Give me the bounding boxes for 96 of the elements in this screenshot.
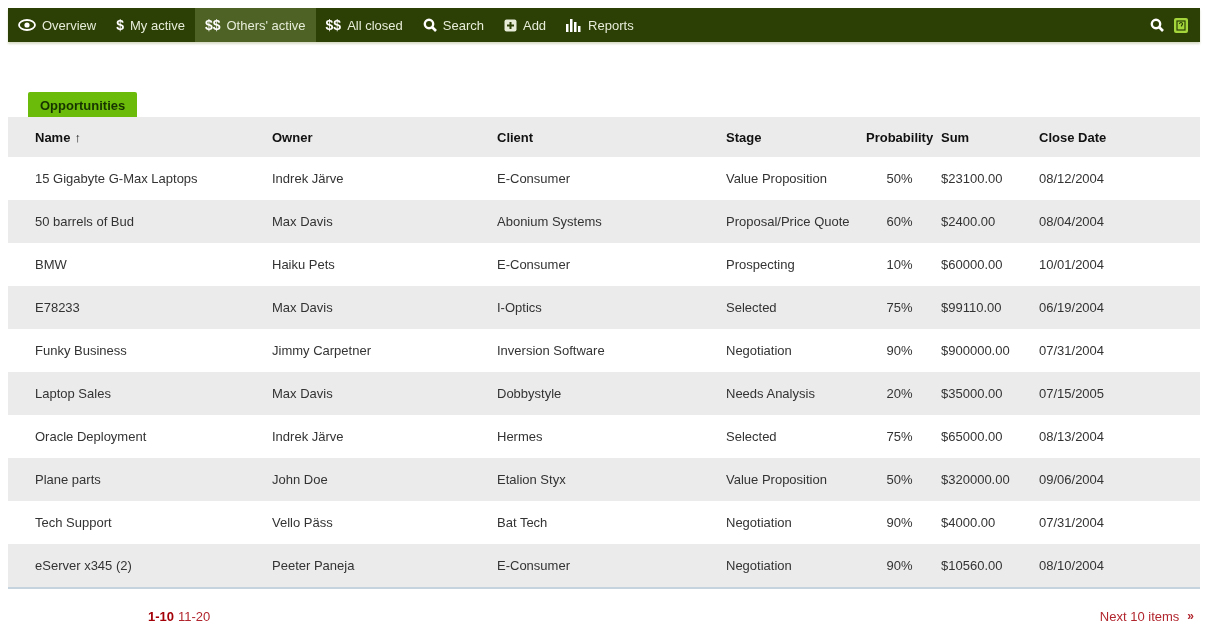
table-cell: BMW [35, 257, 67, 272]
table-cell: 07/31/2004 [1039, 515, 1105, 530]
table-cell: $23100.00 [941, 171, 1003, 186]
table-cell: John Doe [272, 472, 328, 487]
bar-chart-icon [566, 18, 583, 32]
table-cell: $900000.00 [941, 343, 1010, 358]
table-cell: Proposal/Price Quote [726, 214, 850, 229]
table-cell: Selected [726, 300, 777, 315]
nav-tab[interactable]: $$ Others' active [194, 8, 316, 42]
table-cell: E-Consumer [497, 558, 570, 573]
column-header[interactable]: Close Date [1039, 129, 1107, 145]
table-cell: $65000.00 [941, 429, 1003, 444]
table-cell: Negotiation [726, 515, 792, 530]
table-cell: Etalion Styx [497, 472, 566, 487]
search-icon [422, 18, 437, 32]
table-cell: Dobbystyle [497, 386, 562, 401]
table-cell: 10% [886, 257, 913, 272]
table-cell: 07/31/2004 [1039, 343, 1105, 358]
table-cell: Tech Support [35, 515, 112, 530]
page-link[interactable]: 11-20 [178, 609, 211, 624]
table-cell: Jimmy Carpetner [272, 343, 371, 358]
nav-tab[interactable]: Search [412, 8, 494, 42]
table-cell: 07/15/2005 [1039, 386, 1105, 401]
page-link[interactable]: 1-10 [148, 609, 175, 624]
table-cell: Inversion Software [497, 343, 605, 358]
table-cell: Max Davis [272, 300, 333, 315]
table-cell: Negotiation [726, 343, 792, 358]
table-cell: 60% [886, 214, 913, 229]
table-cell: Indrek Järve [272, 429, 344, 444]
eye-icon [18, 19, 36, 31]
table-cell: Prospecting [726, 257, 795, 272]
table-cell: 50% [886, 171, 913, 186]
nav-tab[interactable]: $ My active [106, 8, 195, 42]
table-cell: E-Consumer [497, 257, 570, 272]
table-cell: Laptop Sales [35, 386, 111, 401]
table-cell: 75% [886, 429, 913, 444]
table-cell: $320000.00 [941, 472, 1010, 487]
table-cell: Max Davis [272, 214, 333, 229]
table-cell: E78233 [35, 300, 80, 315]
table-cell: 50 barrels of Bud [35, 214, 134, 229]
table-cell: Hermes [497, 429, 543, 444]
sort-arrow[interactable]: ↑ [74, 129, 81, 145]
table-cell: $60000.00 [941, 257, 1003, 272]
table-cell: Oracle Deployment [35, 429, 147, 444]
table-cell: Value Proposition [726, 472, 827, 487]
table-cell: 90% [886, 343, 913, 358]
help-icon[interactable] [1174, 17, 1188, 33]
table-cell: 06/19/2004 [1039, 300, 1105, 315]
table-cell: $99110.00 [941, 300, 1002, 315]
table-cell: Bat Tech [497, 515, 548, 530]
table-cell: 20% [886, 386, 913, 401]
table-cell: 10/01/2004 [1039, 257, 1105, 272]
table-cell: Plane parts [35, 472, 101, 487]
table-cell: Peeter Paneja [272, 558, 355, 573]
column-header[interactable]: Sum [941, 129, 970, 145]
table-cell: Funky Business [35, 343, 127, 358]
column-header[interactable]: Name [35, 129, 71, 145]
table-cell: $10560.00 [941, 558, 1003, 573]
table-cell: $35000.00 [941, 386, 1003, 401]
add-icon [503, 18, 517, 32]
table-cell: Needs Analysis [726, 386, 815, 401]
table-cell: Abonium Systems [497, 214, 602, 229]
column-header[interactable]: Client [497, 129, 534, 145]
table-cell: Haiku Pets [272, 257, 335, 272]
nav-tab[interactable]: Add [493, 8, 557, 42]
table-cell: E-Consumer [497, 171, 570, 186]
table-cell: Value Proposition [726, 171, 827, 186]
nav-tab[interactable]: $$ All closed [315, 8, 413, 42]
column-header[interactable]: Owner [272, 129, 313, 145]
search-icon[interactable] [1150, 18, 1164, 32]
table-cell: 15 Gigabyte G-Max Laptops [35, 171, 198, 186]
column-header[interactable]: Probability [866, 129, 934, 145]
table-cell: 90% [886, 558, 913, 573]
table-cell: 08/12/2004 [1039, 171, 1105, 186]
table-cell: 08/10/2004 [1039, 558, 1105, 573]
table-cell: 90% [886, 515, 913, 530]
table-cell: 09/06/2004 [1039, 472, 1105, 487]
table-cell: Selected [726, 429, 777, 444]
table-cell: Negotiation [726, 558, 792, 573]
table-cell: I-Optics [497, 300, 542, 315]
column-header[interactable]: Stage [726, 129, 762, 145]
table-cell: Max Davis [272, 386, 333, 401]
table-cell: Vello Päss [272, 515, 333, 530]
nav-tab[interactable]: Reports [556, 8, 644, 42]
table-cell: $4000.00 [941, 515, 996, 530]
table-cell: Indrek Järve [272, 171, 344, 186]
next-page-link[interactable]: Next 10 items [1099, 609, 1180, 624]
table-cell: 75% [886, 300, 913, 315]
table-cell: 08/04/2004 [1039, 214, 1105, 229]
next-arrow[interactable]: » [1187, 609, 1194, 624]
nav-tab[interactable]: Overview [8, 8, 107, 42]
table-cell: 08/13/2004 [1039, 429, 1105, 444]
table-cell: 50% [886, 472, 913, 487]
table-cell: $2400.00 [941, 214, 996, 229]
section-tab[interactable]: Opportunities [28, 92, 138, 117]
table-cell: eServer x345 (2) [35, 558, 132, 573]
